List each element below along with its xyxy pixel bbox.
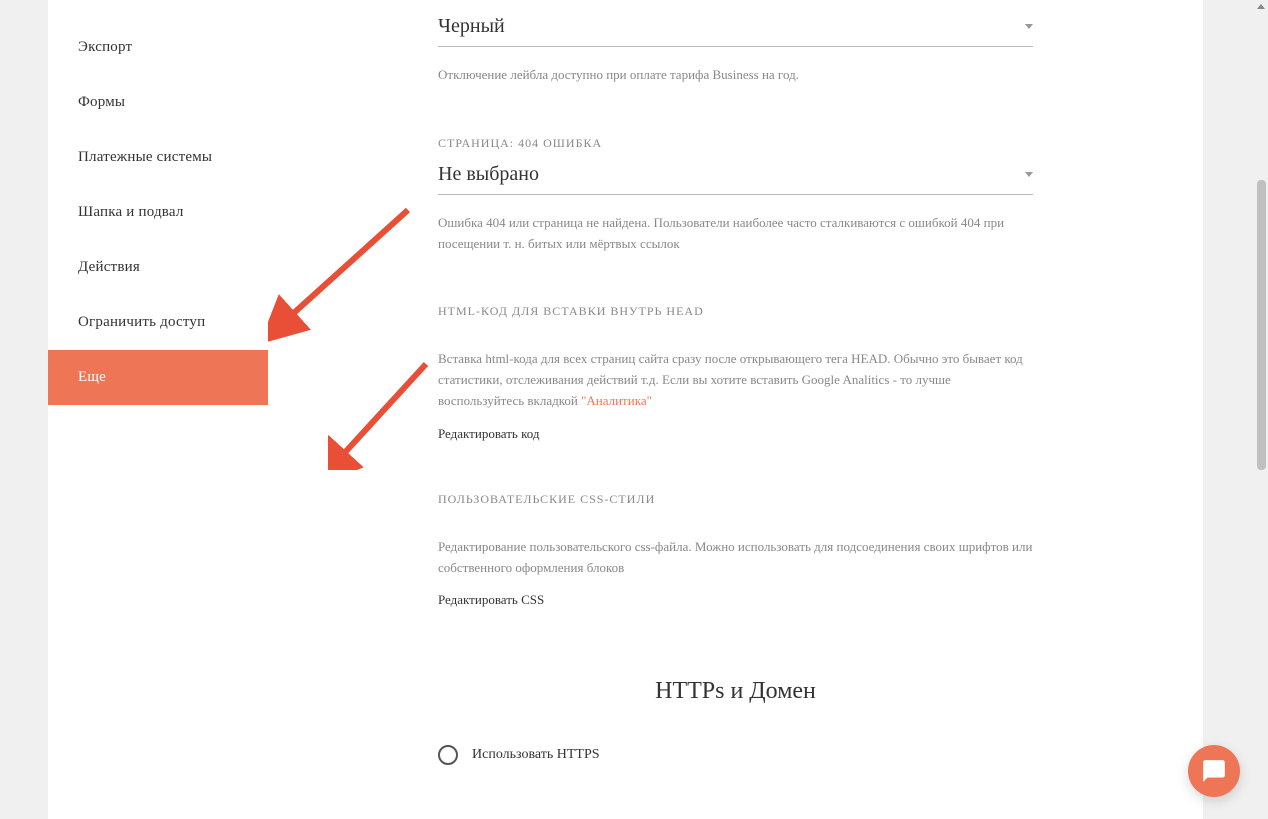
radio-icon xyxy=(438,745,458,765)
css-block: ПОЛЬЗОВАТЕЛЬСКИЕ CSS-СТИЛИ Редактировани… xyxy=(438,492,1033,609)
https-radio-row[interactable]: Использовать HTTPS xyxy=(438,745,1033,765)
edit-css-link[interactable]: Редактировать CSS xyxy=(438,592,1033,608)
sidebar-item-forms[interactable]: Формы xyxy=(48,75,268,130)
scroll-thumb[interactable] xyxy=(1257,180,1266,470)
color-help: Отключение лейбла доступно при оплате та… xyxy=(438,65,1033,86)
sidebar-item-header-footer[interactable]: Шапка и подвал xyxy=(48,185,268,240)
scroll-up-icon xyxy=(1257,4,1265,9)
analytics-link[interactable]: "Аналитика" xyxy=(581,393,652,408)
https-title: HTTPs и Домен xyxy=(438,678,1033,705)
css-label: ПОЛЬЗОВАТЕЛЬСКИЕ CSS-СТИЛИ xyxy=(438,492,1033,507)
page404-label: СТРАНИЦА: 404 ОШИБКА xyxy=(438,136,1033,151)
color-value: Черный xyxy=(438,15,505,38)
chevron-down-icon xyxy=(1025,172,1033,177)
color-block: Черный Отключение лейбла доступно при оп… xyxy=(438,15,1033,86)
edit-code-link[interactable]: Редактировать код xyxy=(438,426,1033,442)
sidebar-item-restrict[interactable]: Ограничить доступ xyxy=(48,295,268,350)
chat-icon xyxy=(1201,758,1227,784)
color-select[interactable]: Черный xyxy=(438,15,1033,47)
sidebar: Экспорт Формы Платежные системы Шапка и … xyxy=(48,0,268,819)
sidebar-item-actions[interactable]: Действия xyxy=(48,240,268,295)
head-code-help: Вставка html-кода для всех страниц сайта… xyxy=(438,349,1033,411)
css-help: Редактирование пользовательского css-фай… xyxy=(438,537,1033,579)
page404-help: Ошибка 404 или страница не найдена. Поль… xyxy=(438,213,1033,255)
page404-select[interactable]: Не выбрано xyxy=(438,163,1033,195)
head-help-text: Вставка html-кода для всех страниц сайта… xyxy=(438,351,1023,408)
https-block: HTTPs и Домен Использовать HTTPS xyxy=(438,678,1033,765)
sidebar-item-more[interactable]: Еще xyxy=(48,350,268,405)
page404-block: СТРАНИЦА: 404 ОШИБКА Не выбрано Ошибка 4… xyxy=(438,136,1033,255)
sidebar-item-payments[interactable]: Платежные системы xyxy=(48,130,268,185)
https-radio-label: Использовать HTTPS xyxy=(472,747,600,763)
sidebar-item-export[interactable]: Экспорт xyxy=(48,20,268,75)
head-code-label: HTML-КОД ДЛЯ ВСТАВКИ ВНУТРЬ HEAD xyxy=(438,304,1033,319)
scrollbar[interactable] xyxy=(1253,0,1268,819)
page404-value: Не выбрано xyxy=(438,163,539,186)
head-code-block: HTML-КОД ДЛЯ ВСТАВКИ ВНУТРЬ HEAD Вставка… xyxy=(438,304,1033,441)
chevron-down-icon xyxy=(1025,24,1033,29)
chat-widget[interactable] xyxy=(1188,745,1240,797)
content: Черный Отключение лейбла доступно при оп… xyxy=(268,0,1203,819)
